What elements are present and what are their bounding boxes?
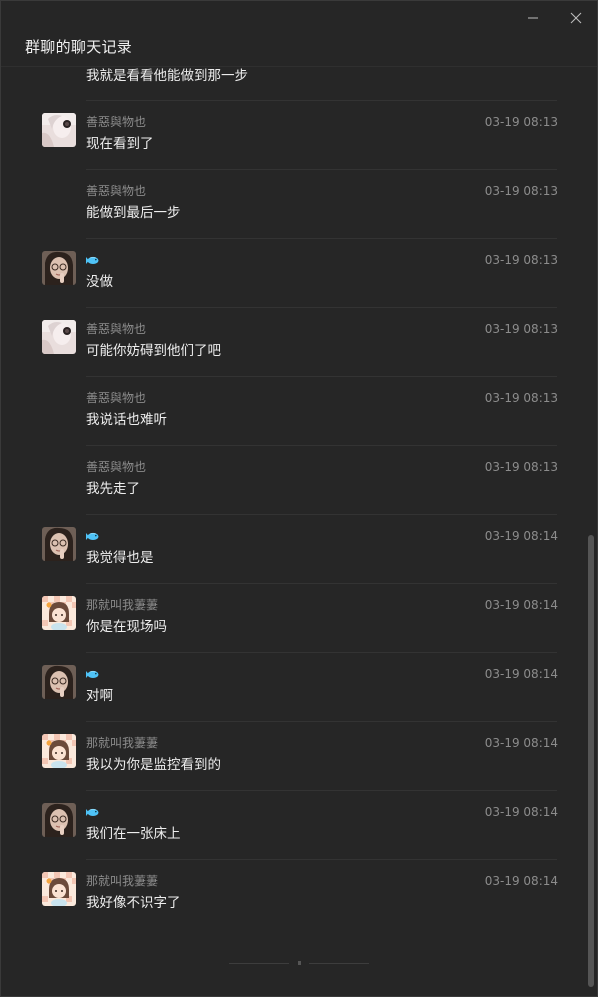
minimize-button[interactable]	[522, 7, 544, 29]
sender-name	[86, 528, 99, 545]
message-item[interactable]: 03-19 08:14 我觉得也是	[1, 515, 585, 584]
message-text: 我说话也难听	[86, 412, 167, 428]
message-item[interactable]: 03-19 08:13 没做	[1, 239, 585, 308]
fish-icon	[86, 255, 99, 265]
window-title: 群聊的聊天记录	[25, 38, 133, 56]
scrollbar-thumb[interactable]	[588, 535, 594, 987]
message-timestamp: 03-19 08:14	[484, 529, 558, 543]
scrollbar[interactable]	[587, 67, 595, 997]
sender-name: 那就叫我萋萋	[86, 736, 159, 750]
message-item[interactable]: 善惡與物也 03-19 08:13 可能你妨碍到他们了吧	[1, 308, 585, 377]
message-timestamp: 03-19 08:14	[484, 805, 558, 819]
avatar-cartoon-girl[interactable]	[42, 872, 76, 906]
minimize-icon	[528, 17, 538, 19]
message-timestamp: 03-19 08:14	[484, 598, 558, 612]
message-item[interactable]: 那就叫我萋萋 03-19 08:14 我好像不识字了	[1, 860, 585, 929]
sender-name	[86, 804, 99, 821]
message-timestamp: 03-19 08:13	[484, 322, 558, 336]
sender-name: 那就叫我萋萋	[86, 598, 159, 612]
sender-name: 善惡與物也	[86, 460, 147, 474]
sender-name	[86, 252, 99, 269]
message-item[interactable]: 善惡與物也 03-19 08:13 我说话也难听	[1, 377, 585, 446]
avatar-girl-white-hair[interactable]	[42, 113, 76, 147]
message-item[interactable]: 03-19 08:14 对啊	[1, 653, 585, 722]
chat-history-window: 群聊的聊天记录 我就是看看他能做到那一步 善惡與物也 03-19 08:13 现在看…	[0, 0, 598, 997]
message-timestamp: 03-19 08:13	[484, 184, 558, 198]
message-list[interactable]: 我就是看看他能做到那一步 善惡與物也 03-19 08:13 现在看到了 善惡與物也 0…	[1, 67, 585, 997]
message-text: 我以为你是监控看到的	[86, 757, 221, 773]
message-item[interactable]: 03-19 08:14 我们在一张床上	[1, 791, 585, 860]
bottom-indicator	[229, 961, 369, 967]
message-text: 我就是看看他能做到那一步	[86, 68, 248, 84]
message-timestamp: 03-19 08:14	[484, 667, 558, 681]
sender-name: 善惡與物也	[86, 184, 147, 198]
avatar-girl-glasses[interactable]	[42, 665, 76, 699]
message-text: 能做到最后一步	[86, 205, 181, 221]
close-button[interactable]	[565, 7, 587, 29]
message-text: 我先走了	[86, 481, 140, 497]
avatar-cartoon-girl[interactable]	[42, 596, 76, 630]
message-timestamp: 03-19 08:13	[484, 115, 558, 129]
avatar-girl-white-hair[interactable]	[42, 320, 76, 354]
avatar-girl-glasses[interactable]	[42, 527, 76, 561]
message-text: 对啊	[86, 688, 113, 704]
avatar-girl-glasses[interactable]	[42, 803, 76, 837]
close-icon	[570, 12, 582, 24]
message-text: 现在看到了	[86, 136, 154, 152]
message-timestamp: 03-19 08:14	[484, 736, 558, 750]
sender-name: 善惡與物也	[86, 115, 147, 129]
message-text: 可能你妨碍到他们了吧	[86, 343, 221, 359]
avatar-girl-glasses[interactable]	[42, 251, 76, 285]
message-text: 你是在现场吗	[86, 619, 167, 635]
sender-name: 那就叫我萋萋	[86, 874, 159, 888]
fish-icon	[86, 531, 99, 541]
titlebar: 群聊的聊天记录	[1, 1, 597, 67]
message-timestamp: 03-19 08:13	[484, 253, 558, 267]
message-item[interactable]: 善惡與物也 03-19 08:13 现在看到了	[1, 101, 585, 170]
avatar-cartoon-girl[interactable]	[42, 734, 76, 768]
fish-icon	[86, 807, 99, 817]
sender-name: 善惡與物也	[86, 391, 147, 405]
message-text: 我觉得也是	[86, 550, 154, 566]
message-item[interactable]: 那就叫我萋萋 03-19 08:14 你是在现场吗	[1, 584, 585, 653]
message-timestamp: 03-19 08:13	[484, 460, 558, 474]
message-timestamp: 03-19 08:14	[484, 874, 558, 888]
message-item[interactable]: 善惡與物也 03-19 08:13 我先走了	[1, 446, 585, 515]
fish-icon	[86, 669, 99, 679]
message-text: 没做	[86, 274, 113, 290]
message-timestamp: 03-19 08:13	[484, 391, 558, 405]
message-item[interactable]: 那就叫我萋萋 03-19 08:14 我以为你是监控看到的	[1, 722, 585, 791]
message-text: 我们在一张床上	[86, 826, 181, 842]
sender-name: 善惡與物也	[86, 322, 147, 336]
sender-name	[86, 666, 99, 683]
message-text: 我好像不识字了	[86, 895, 181, 911]
message-item[interactable]: 善惡與物也 03-19 08:13 能做到最后一步	[1, 170, 585, 239]
